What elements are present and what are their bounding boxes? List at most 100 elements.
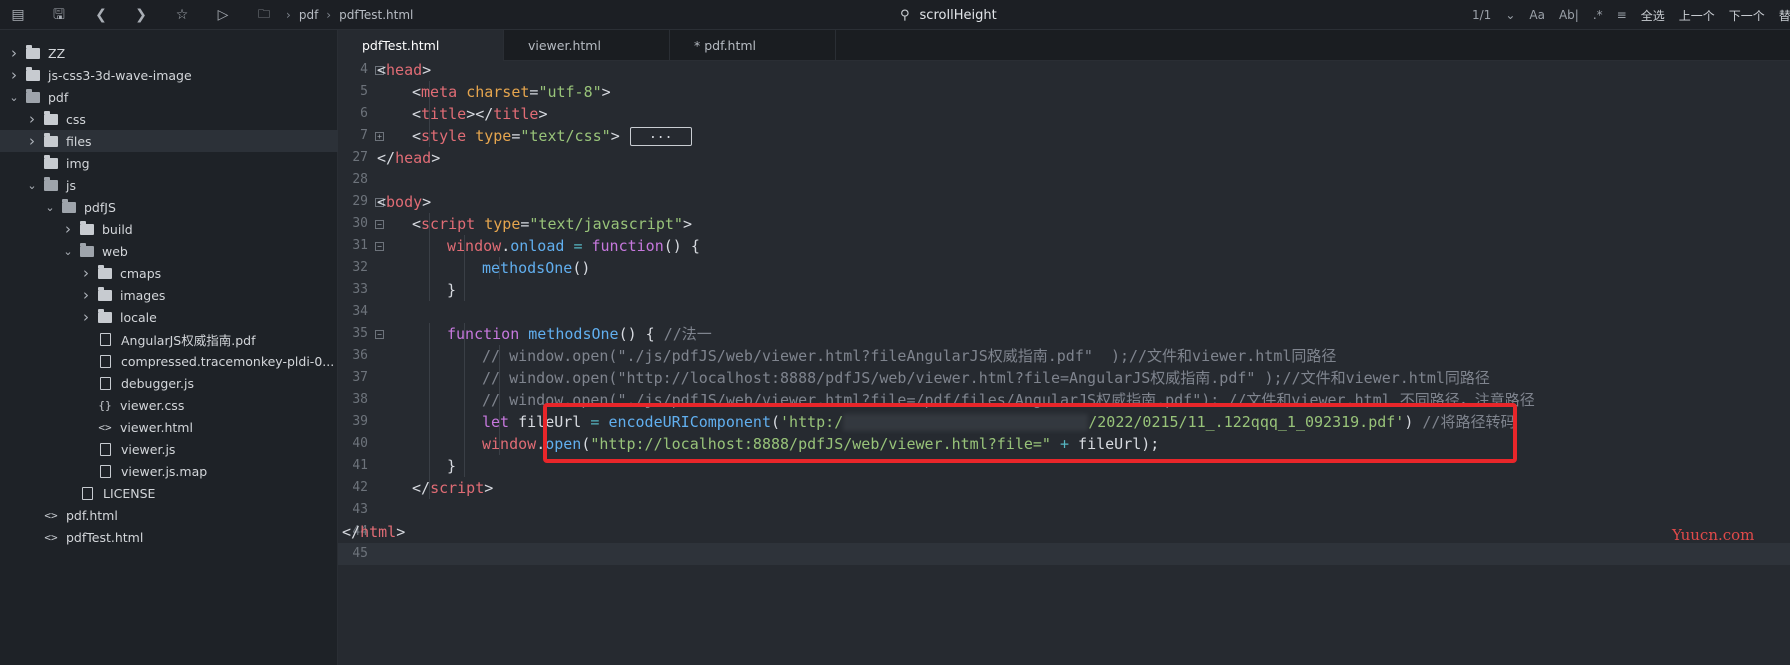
breadcrumb-item[interactable]: pdfTest.html	[339, 8, 413, 22]
code-token: head	[386, 61, 423, 79]
tree-item[interactable]: ⌄ pdfJS	[0, 196, 338, 218]
code-line[interactable]: 30− <script type="text/javascript">	[338, 213, 1790, 235]
find-bar[interactable]: ⚲ scrollHeight	[900, 0, 997, 30]
tree-item[interactable]: ›compressed.tracemonkey-pldi-0...	[0, 350, 338, 372]
code-line[interactable]: 44 </html>	[338, 521, 1790, 543]
line-number: 32	[352, 260, 368, 275]
regex-toggle[interactable]: .*	[1593, 8, 1603, 22]
tree-item[interactable]: › locale	[0, 306, 338, 328]
code-token: //法一	[663, 325, 712, 343]
tree-item[interactable]: ›viewer.js	[0, 438, 338, 460]
tree-item[interactable]: ⌄ pdf	[0, 86, 338, 108]
tree-item[interactable]: › build	[0, 218, 338, 240]
chevron-right-icon[interactable]: ›	[26, 132, 38, 150]
tree-item[interactable]: ⌄ web	[0, 240, 338, 262]
tree-item[interactable]: › images	[0, 284, 338, 306]
breadcrumb-item[interactable]: pdf	[299, 8, 318, 22]
save-icon[interactable]: 🖫	[49, 5, 69, 25]
code-text: </head>	[377, 147, 440, 169]
line-number: 28	[352, 172, 368, 187]
next-match-button[interactable]: 下一个	[1729, 7, 1765, 24]
fold-collapse-icon[interactable]: −	[375, 220, 384, 229]
code-line[interactable]: 29− <body>	[338, 191, 1790, 213]
chevron-right-icon[interactable]: ›	[62, 220, 74, 238]
tree-item[interactable]: ⌄ js	[0, 174, 338, 196]
code-line[interactable]: 31− window.onload = function() {	[338, 235, 1790, 257]
code-line[interactable]: 42 </script>	[338, 477, 1790, 499]
forward-icon[interactable]: ❯	[131, 5, 151, 25]
code-token: title	[493, 105, 539, 123]
tree-item[interactable]: ›{}viewer.css	[0, 394, 338, 416]
code-line[interactable]: 5 <meta charset="utf-8">	[338, 81, 1790, 103]
chevron-down-icon[interactable]: ⌄	[62, 245, 74, 258]
chevron-down-icon[interactable]: ⌄	[1505, 8, 1515, 22]
tree-item[interactable]: › css	[0, 108, 338, 130]
indent-guide	[464, 389, 465, 411]
chevron-right-icon[interactable]: ›	[26, 110, 38, 128]
collapsed-region-marker[interactable]: ...	[629, 127, 692, 146]
chevron-down-icon[interactable]: ⌄	[8, 91, 20, 104]
list-icon[interactable]: ≡	[1617, 8, 1627, 22]
line-number: 37	[352, 370, 368, 385]
code-line[interactable]: 37 // window.open("http://localhost:8888/…	[338, 367, 1790, 389]
code-token: head	[395, 149, 432, 167]
tree-item[interactable]: ›img	[0, 152, 338, 174]
code-line[interactable]: 4− <head>	[338, 59, 1790, 81]
tree-item[interactable]: ›viewer.js.map	[0, 460, 338, 482]
code-token: function	[447, 325, 520, 343]
code-line[interactable]: 6 <title></title>	[338, 103, 1790, 125]
match-case-toggle[interactable]: Aa	[1529, 8, 1545, 22]
chevron-right-icon[interactable]: ›	[80, 286, 92, 304]
tree-item-label: web	[102, 243, 128, 259]
prev-match-button[interactable]: 上一个	[1679, 7, 1715, 24]
select-all-button[interactable]: 全选	[1641, 7, 1665, 24]
tab-viewer[interactable]: viewer.html	[504, 30, 670, 61]
bookmark-list-icon[interactable]: ▤	[8, 5, 28, 25]
chevron-right-icon[interactable]: ›	[80, 264, 92, 282]
fold-collapse-icon[interactable]: −	[375, 242, 384, 251]
code-line[interactable]: 34	[338, 301, 1790, 323]
line-number: 39	[352, 414, 368, 429]
tree-item[interactable]: ›<>viewer.html	[0, 416, 338, 438]
indent-guide	[464, 433, 465, 455]
star-icon[interactable]: ☆	[172, 5, 192, 25]
tree-item[interactable]: › files	[0, 130, 338, 152]
tree-item[interactable]: ›debugger.js	[0, 372, 338, 394]
code-text: <head>	[377, 59, 431, 81]
fold-expand-icon[interactable]: +	[375, 132, 384, 141]
search-input[interactable]: scrollHeight	[920, 8, 997, 23]
chevron-down-icon[interactable]: ⌄	[44, 201, 56, 214]
code-token: // window.open("./js/pdfJS/web/viewer.ht…	[482, 347, 1337, 365]
code-token: >	[538, 105, 548, 123]
code-editor[interactable]: 4− <head> 5 <meta charset="utf-8"> 6 <title><…	[338, 61, 1790, 665]
tree-item[interactable]: › cmaps	[0, 262, 338, 284]
chevron-down-icon[interactable]: ⌄	[26, 179, 38, 192]
code-line[interactable]: 27 </head>	[338, 147, 1790, 169]
code-line[interactable]: 35− function methodsOne() { //法一	[338, 323, 1790, 345]
code-line[interactable]: 45	[338, 543, 1790, 565]
chevron-right-icon[interactable]: ›	[8, 66, 20, 84]
tab-pdftest[interactable]: pdfTest.html	[338, 30, 504, 61]
tree-item[interactable]: ›AngularJS权威指南.pdf	[0, 328, 338, 350]
code-line[interactable]: 32 methodsOne()	[338, 257, 1790, 279]
tree-item[interactable]: › ZZ	[0, 42, 338, 64]
chevron-right-icon[interactable]: ›	[8, 44, 20, 62]
code-line[interactable]: 36 // window.open("./js/pdfJS/web/viewer.…	[338, 345, 1790, 367]
tab-pdf[interactable]: * pdf.html	[670, 30, 836, 61]
folder-open-icon	[80, 242, 94, 257]
fold-collapse-icon[interactable]: −	[375, 330, 384, 339]
code-line[interactable]: 28	[338, 169, 1790, 191]
code-line[interactable]: 7 + <style type="text/css">...	[338, 125, 1790, 147]
replace-button[interactable]: 替换区	[1779, 7, 1790, 24]
code-line[interactable]: 33}	[338, 279, 1790, 301]
chevron-right-icon[interactable]: ›	[80, 308, 92, 326]
code-line[interactable]: 43	[338, 499, 1790, 521]
tree-item[interactable]: ›LICENSE	[0, 482, 338, 504]
whole-word-toggle[interactable]: Ab|	[1559, 8, 1579, 22]
play-icon[interactable]: ▷	[213, 5, 233, 25]
back-icon[interactable]: ❮	[91, 5, 111, 25]
tree-item[interactable]: › js-css3-3d-wave-image	[0, 64, 338, 86]
tree-item[interactable]: ›<>pdf.html	[0, 504, 338, 526]
tree-item[interactable]: ›<>pdfTest.html	[0, 526, 338, 548]
